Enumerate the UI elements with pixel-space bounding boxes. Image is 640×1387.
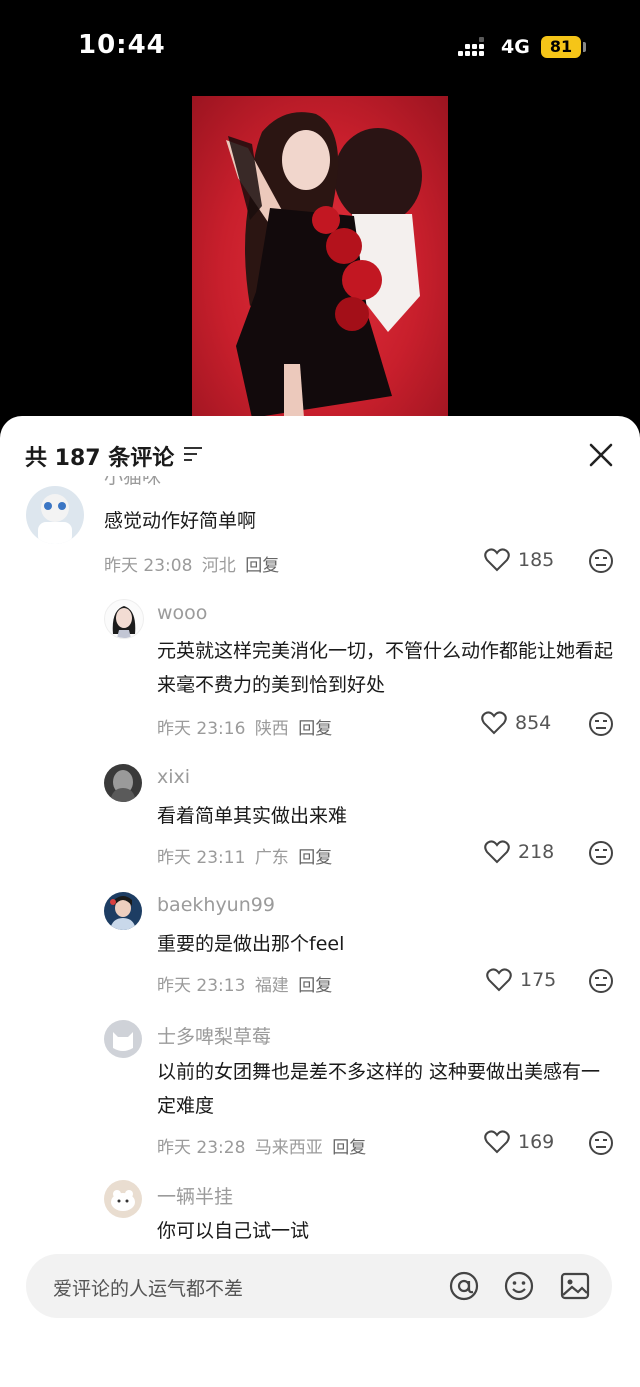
comment-meta: 昨天 23:28 马来西亚 回复 — [157, 1133, 370, 1158]
avatar[interactable] — [26, 486, 84, 544]
comment-meta: 昨天 23:16 陕西 回复 — [157, 714, 336, 739]
reply-button[interactable]: 回复 — [298, 848, 332, 868]
at-mention-icon[interactable] — [448, 1270, 480, 1302]
comment-location: 河北 — [201, 556, 236, 576]
comment-location: 广东 — [254, 848, 289, 868]
heart-icon[interactable] — [481, 711, 507, 735]
comment-author[interactable]: baekhyun99 — [157, 894, 275, 916]
comment-meta: 昨天 23:11 广东 回复 — [157, 843, 336, 868]
comment-author[interactable]: 一辆半挂 — [157, 1182, 233, 1209]
dislike-emoji-icon[interactable] — [588, 548, 614, 574]
heart-icon[interactable] — [484, 548, 510, 572]
avatar[interactable] — [104, 599, 144, 639]
heart-icon[interactable] — [484, 840, 510, 864]
like-count: 218 — [518, 841, 555, 863]
avatar[interactable] — [104, 1180, 142, 1218]
dislike-emoji-icon[interactable] — [588, 840, 614, 866]
comment-input[interactable]: 爱评论的人运气都不差 — [26, 1254, 612, 1318]
comment-meta: 昨天 23:08 河北 回复 — [104, 551, 283, 576]
like-count: 175 — [520, 969, 557, 991]
comment-input-placeholder: 爱评论的人运气都不差 — [53, 1278, 244, 1300]
video-player[interactable] — [192, 96, 448, 418]
comment-text: 以前的女团舞也是差不多这样的 这种要做出美感有一定难度 — [157, 1061, 601, 1117]
comment-item[interactable]: 一辆半挂 你可以自己试一试 — [0, 1180, 640, 1246]
like-count: 185 — [518, 549, 555, 571]
comment-author[interactable]: wooo — [157, 602, 207, 624]
comment-text: 重要的是做出那个feel — [157, 933, 345, 955]
status-bar: 10:44 4G 81 — [0, 0, 640, 96]
emoji-icon[interactable] — [503, 1270, 535, 1302]
comment-text: 感觉动作好简单啊 — [104, 510, 257, 532]
dislike-emoji-icon[interactable] — [588, 1130, 614, 1156]
comment-time: 昨天 23:13 — [157, 976, 246, 996]
comment-author[interactable]: 士多啤梨草莓 — [157, 1022, 271, 1049]
reply-button[interactable]: 回复 — [245, 556, 279, 576]
dislike-emoji-icon[interactable] — [588, 968, 614, 994]
heart-icon[interactable] — [484, 1130, 510, 1154]
close-icon[interactable] — [588, 442, 614, 468]
status-time: 10:44 — [78, 30, 166, 60]
avatar[interactable] — [104, 764, 142, 802]
comment-item[interactable]: 小猫咪 感觉动作好简单啊 昨天 23:08 河北 回复 185 — [0, 476, 640, 596]
dislike-emoji-icon[interactable] — [588, 711, 614, 737]
avatar[interactable] — [104, 1020, 142, 1058]
comment-time: 昨天 23:11 — [157, 848, 246, 868]
reply-button[interactable]: 回复 — [298, 976, 332, 996]
comment-time: 昨天 23:28 — [157, 1138, 246, 1158]
comment-text: 元英就这样完美消化一切，不管什么动作都能让她看起来毫不费力的美到恰到好处 — [157, 640, 614, 696]
comment-time: 昨天 23:08 — [104, 556, 193, 576]
heart-icon[interactable] — [486, 968, 512, 992]
comment-item[interactable]: xixi 看着简单其实做出来难 昨天 23:11 广东 回复 218 — [0, 764, 640, 892]
reply-button[interactable]: 回复 — [332, 1138, 366, 1158]
battery-level: 81 — [541, 36, 581, 58]
comment-text: 看着简单其实做出来难 — [157, 805, 348, 827]
reply-button[interactable]: 回复 — [298, 719, 332, 739]
comment-count: 共 187 条评论 — [25, 446, 175, 471]
comment-author[interactable]: xixi — [157, 766, 190, 788]
comment-item[interactable]: 士多啤梨草莓 以前的女团舞也是差不多这样的 这种要做出美感有一定难度 昨天 23… — [0, 1020, 640, 1180]
comment-time: 昨天 23:16 — [157, 719, 246, 739]
network-type: 4G — [501, 36, 530, 58]
like-count: 854 — [515, 712, 552, 734]
comment-author[interactable]: 小猫咪 — [104, 476, 161, 489]
signal-icon — [458, 37, 490, 60]
comment-list: 小猫咪 感觉动作好简单啊 昨天 23:08 河北 回复 185 wooo 元英就… — [0, 476, 640, 1246]
dancer-figure — [226, 112, 422, 418]
comment-location: 马来西亚 — [254, 1138, 323, 1158]
comment-meta: 昨天 23:13 福建 回复 — [157, 971, 336, 996]
comment-location: 福建 — [254, 976, 289, 996]
sort-icon[interactable] — [184, 446, 202, 462]
comments-sheet: 共 187 条评论 小猫咪 感觉动作好简单啊 昨天 23:08 河北 回复 18… — [0, 416, 640, 1387]
battery-tip — [583, 42, 586, 52]
comment-item[interactable]: wooo 元英就这样完美消化一切，不管什么动作都能让她看起来毫不费力的美到恰到好… — [0, 596, 640, 764]
comment-text: 你可以自己试一试 — [157, 1220, 310, 1242]
avatar[interactable] — [104, 892, 142, 930]
like-count: 169 — [518, 1131, 555, 1153]
comment-location: 陕西 — [254, 719, 289, 739]
comment-item[interactable]: baekhyun99 重要的是做出那个feel 昨天 23:13 福建 回复 1… — [0, 892, 640, 1020]
image-icon[interactable] — [559, 1270, 591, 1302]
